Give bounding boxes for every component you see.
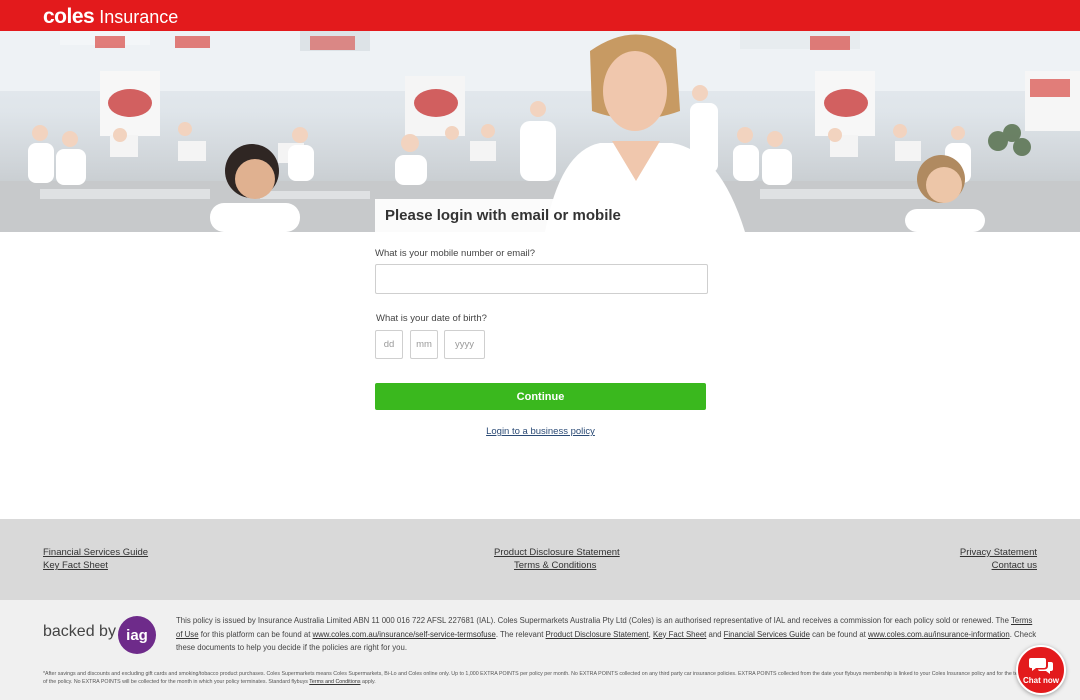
dob-month-input[interactable]: mm — [410, 330, 438, 359]
legal-disclaimer-text: This policy is issued by Insurance Austr… — [176, 614, 1038, 655]
legal-kfs-link[interactable]: Key Fact Sheet — [653, 630, 706, 639]
chat-now-label: Chat now — [1023, 676, 1059, 685]
brand-coles-text: coles — [43, 5, 95, 28]
chat-bubbles-icon — [1029, 658, 1053, 674]
business-policy-login-link[interactable]: Login to a business policy — [375, 426, 706, 437]
coles-insurance-logo[interactable]: coles Insurance — [43, 5, 178, 29]
legal-fsg-link[interactable]: Financial Services Guide — [724, 630, 810, 639]
legal-text-part: and — [706, 629, 724, 639]
legal-footer: backed by iag This policy is issued by I… — [0, 600, 1080, 700]
brand-insurance-text: Insurance — [99, 7, 179, 27]
backed-by-label: backed by — [43, 623, 116, 640]
terms-url-link[interactable]: www.coles.com.au/insurance/self-service-… — [313, 630, 496, 639]
chat-now-button[interactable]: Chat now — [1016, 645, 1066, 695]
footer-links-bar: Financial Services Guide Key Fact Sheet … — [0, 519, 1080, 600]
page-title: Please login with email or mobile — [385, 207, 621, 224]
flybuys-terms-link[interactable]: Terms and Conditions — [309, 679, 360, 685]
dob-label: What is your date of birth? — [376, 313, 487, 324]
mobile-email-input[interactable] — [375, 264, 708, 294]
continue-button[interactable]: Continue — [375, 383, 706, 410]
legal-text-part: can be found at — [809, 629, 869, 639]
key-fact-sheet-link[interactable]: Key Fact Sheet — [43, 560, 108, 571]
legal-text-part: This policy is issued by Insurance Austr… — [176, 616, 1011, 625]
contact-us-link[interactable]: Contact us — [992, 560, 1037, 571]
privacy-statement-link[interactable]: Privacy Statement — [960, 547, 1037, 558]
login-heading-panel: Please login with email or mobile — [375, 199, 706, 232]
dob-year-input[interactable]: yyyy — [444, 330, 485, 359]
iag-logo: iag — [118, 616, 156, 654]
insurance-info-url-link[interactable]: www.coles.com.au/insurance-information — [868, 630, 1010, 639]
top-header-bar: coles Insurance — [0, 0, 1080, 31]
small-print-text: *After savings and discounts and excludi… — [43, 671, 1024, 685]
financial-services-guide-link[interactable]: Financial Services Guide — [43, 547, 148, 558]
mobile-email-label: What is your mobile number or email? — [375, 248, 535, 259]
small-print-end: apply. — [360, 678, 376, 685]
dob-day-input[interactable]: dd — [375, 330, 403, 359]
points-small-print: *After savings and discounts and excludi… — [43, 671, 1028, 686]
terms-conditions-link[interactable]: Terms & Conditions — [514, 560, 596, 571]
product-disclosure-statement-link[interactable]: Product Disclosure Statement — [494, 547, 620, 558]
legal-text-part: . The relevant — [495, 629, 546, 639]
legal-text-part: for this platform can be found at — [198, 629, 313, 639]
legal-pds-link[interactable]: Product Disclosure Statement — [546, 630, 649, 639]
